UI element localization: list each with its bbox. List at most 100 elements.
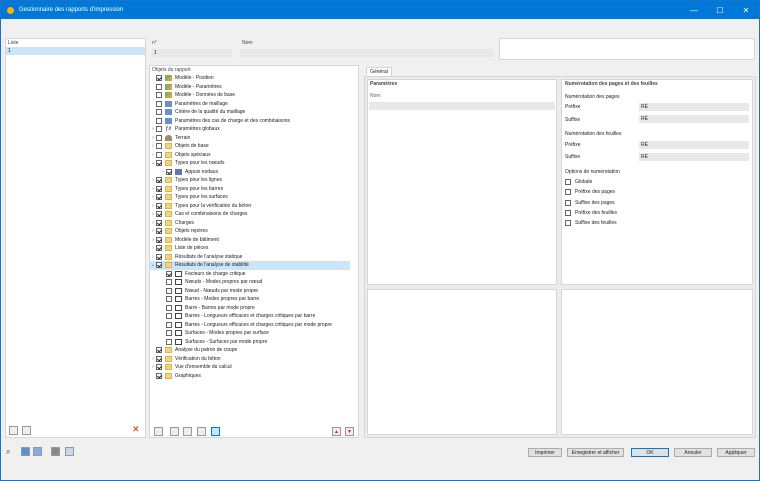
tree-row-checkbox[interactable] (166, 338, 172, 345)
filter-icon[interactable] (211, 427, 220, 436)
tree-row-checkbox[interactable] (156, 372, 162, 379)
tree-row-checkbox[interactable] (156, 202, 162, 209)
tree-row-checkbox[interactable] (156, 364, 162, 371)
tree-row[interactable]: › Objets repères (150, 227, 350, 236)
tree-row-checkbox[interactable] (156, 245, 162, 252)
tree-row[interactable]: Nœuds - Modes propres par nœud (160, 278, 350, 287)
tree-row-checkbox[interactable] (156, 211, 162, 218)
numbering-option[interactable]: Suffixe des pages (565, 199, 615, 206)
close-window-button[interactable]: ✕ (733, 1, 759, 19)
invert-selection-icon[interactable] (197, 427, 206, 436)
tree-row-checkbox[interactable] (156, 253, 162, 260)
tree-row[interactable]: ⌄ Types pour les nœuds (150, 159, 350, 168)
tree-row[interactable]: Modèle - Position (150, 74, 350, 83)
ok-button[interactable]: OK (631, 448, 669, 457)
numbering-option-checkbox[interactable] (565, 220, 571, 227)
tree-row-checkbox[interactable] (156, 228, 162, 235)
units-icon[interactable] (21, 447, 30, 456)
delete-icon[interactable]: ✕ (132, 425, 140, 434)
tree-row[interactable]: › Objets de base (150, 142, 350, 151)
numbering-option-checkbox[interactable] (565, 189, 571, 196)
tree-row-checkbox[interactable] (156, 185, 162, 192)
tree-row-checkbox[interactable] (166, 296, 172, 303)
tree-row[interactable]: Modèle - Paramètres (150, 83, 350, 92)
tree-row-checkbox[interactable] (156, 109, 162, 116)
tree-row-checkbox[interactable] (156, 236, 162, 243)
numbering-option[interactable]: Suffixe des feuilles (565, 220, 617, 227)
cancel-button[interactable]: Annuler (674, 448, 712, 457)
name-field[interactable] (240, 49, 494, 57)
tree-row-checkbox[interactable] (156, 347, 162, 354)
search-icon[interactable]: ⌕ (6, 447, 15, 456)
maximize-button[interactable]: ☐ (707, 1, 733, 19)
tree-row[interactable]: › Types pour les surfaces (150, 193, 350, 202)
tree-row-checkbox[interactable] (156, 177, 162, 184)
print-icon[interactable] (51, 447, 60, 456)
numbering-option-checkbox[interactable] (565, 179, 571, 185)
tree-row[interactable]: › ƒx Paramètres globaux (150, 125, 350, 134)
tree-row-checkbox[interactable] (166, 304, 172, 311)
tree-row-checkbox[interactable] (156, 83, 162, 90)
tree-row-checkbox[interactable] (156, 262, 162, 269)
translate-icon[interactable] (65, 447, 74, 456)
tree-row[interactable]: Barres - Longueurs efficaces et charges … (160, 312, 350, 321)
apply-button[interactable]: Appliquer (717, 448, 755, 457)
parameters-name-field[interactable] (369, 102, 555, 110)
tree-row[interactable]: › Types pour la vérification du béton (150, 202, 350, 211)
tree-row[interactable]: › Charges (150, 219, 350, 228)
tree-row[interactable]: Critère de la qualité du maillage (150, 108, 350, 117)
tree-row-checkbox[interactable] (156, 100, 162, 107)
tree-row[interactable]: ⌄ Résultats de l'analyse de stabilité (150, 261, 350, 270)
tree-row-checkbox[interactable] (156, 117, 162, 124)
tree-row-checkbox[interactable] (166, 287, 172, 294)
pages-suffix-field[interactable]: RÉ (639, 115, 749, 123)
numbering-option-checkbox[interactable] (565, 209, 571, 216)
numbering-option-checkbox[interactable] (565, 199, 571, 206)
move-down-icon[interactable]: ▼ (345, 427, 354, 436)
tree-row[interactable]: Paramètres des cas de charge et des comb… (150, 117, 350, 126)
filter-options-icon[interactable] (154, 427, 163, 436)
tree-row[interactable]: › Terrain (150, 134, 350, 143)
tree-row[interactable]: Barres - Longueurs efficaces et charges … (160, 321, 350, 330)
sheets-suffix-field[interactable]: RÉ (639, 153, 749, 161)
tree-row-checkbox[interactable] (166, 330, 172, 337)
tree-row-checkbox[interactable] (166, 270, 172, 277)
minimize-button[interactable]: — (681, 1, 707, 19)
pages-prefix-field[interactable]: RÉ (639, 103, 749, 111)
list-item[interactable]: 1 (6, 47, 145, 55)
tree-row[interactable]: › Vue d'ensemble du calcul (150, 363, 350, 372)
tree-row-checkbox[interactable] (156, 194, 162, 201)
number-field[interactable]: 1 (152, 49, 232, 57)
description-box[interactable] (499, 38, 755, 60)
check-all-icon[interactable] (170, 427, 179, 436)
tree-row[interactable]: Modèle - Données de base (150, 91, 350, 100)
tree-row[interactable]: › Cas et combinaisons de charges (150, 210, 350, 219)
tree-row-checkbox[interactable] (156, 134, 162, 141)
tree-row[interactable]: › Types pour les lignes (150, 176, 350, 185)
numbering-option[interactable]: Globale (565, 179, 592, 185)
uncheck-all-icon[interactable] (183, 427, 192, 436)
copy-report-icon[interactable] (22, 426, 31, 435)
tree-row-checkbox[interactable] (156, 92, 162, 99)
tree-row[interactable]: Nœud - Nœuds par mode propre (160, 287, 350, 296)
tree-row-checkbox[interactable] (156, 126, 162, 133)
tree-row[interactable]: › Résultats de l'analyse statique (150, 253, 350, 262)
numbering-option[interactable]: Préfixe des feuilles (565, 209, 617, 216)
tree-row-checkbox[interactable] (156, 151, 162, 158)
tree-row-checkbox[interactable] (166, 279, 172, 286)
tree-row-checkbox[interactable] (156, 75, 162, 82)
tree-row[interactable]: › Liste de pièces (150, 244, 350, 253)
tree-row[interactable]: › Objets spéciaux (150, 151, 350, 160)
save-and-show-button[interactable]: Enregistrer et afficher (567, 448, 624, 457)
tree-row-checkbox[interactable] (156, 355, 162, 362)
tree-row[interactable]: Surfaces - Modes propres par surface (160, 329, 350, 338)
tab-general[interactable]: Général (366, 67, 392, 76)
print-button[interactable]: Imprimer (528, 448, 562, 457)
sheets-prefix-field[interactable]: RÉ (639, 141, 749, 149)
tree-row[interactable]: Graphiques (150, 372, 350, 381)
tree-row[interactable]: › Modèle de bâtiment (150, 236, 350, 245)
tree-row[interactable]: Facteurs de charge critique (160, 270, 350, 279)
move-up-icon[interactable]: ▲ (332, 427, 341, 436)
tree-row-checkbox[interactable] (166, 321, 172, 328)
tree-row[interactable]: Surfaces - Surfaces par mode propre (160, 338, 350, 347)
